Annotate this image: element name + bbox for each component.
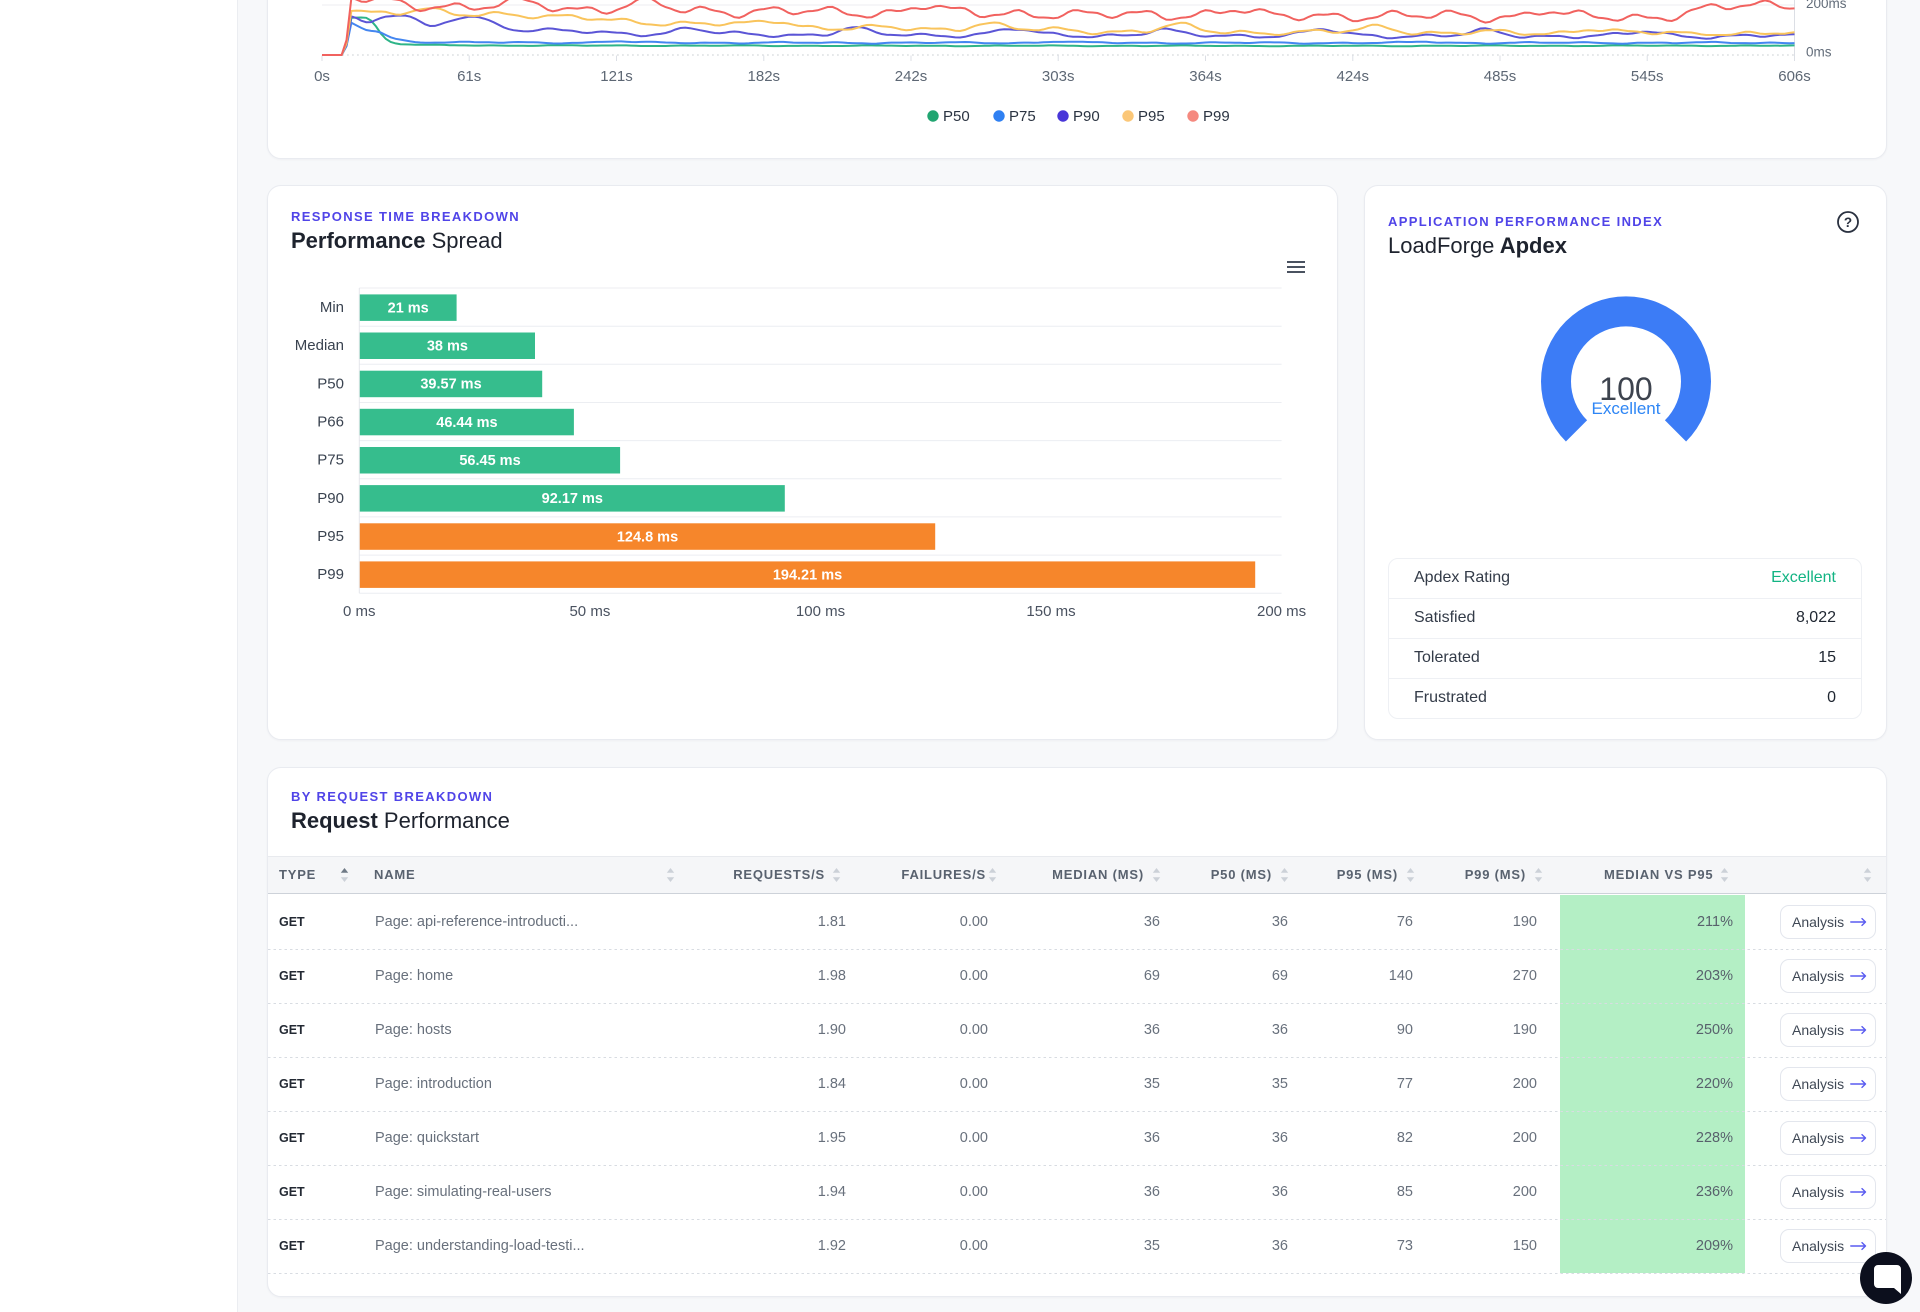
svg-text:P75: P75 xyxy=(317,452,344,469)
svg-text:194.21 ms: 194.21 ms xyxy=(773,567,842,583)
svg-text:P99: P99 xyxy=(1203,108,1230,125)
svg-text:92.17 ms: 92.17 ms xyxy=(542,491,603,507)
svg-text:242s: 242s xyxy=(895,68,928,85)
svg-text:P50: P50 xyxy=(317,375,344,392)
svg-text:39.57 ms: 39.57 ms xyxy=(420,377,481,393)
svg-text:124.8 ms: 124.8 ms xyxy=(617,529,678,545)
svg-text:121s: 121s xyxy=(600,68,633,85)
svg-text:200ms: 200ms xyxy=(1806,0,1847,11)
svg-text:485s: 485s xyxy=(1484,68,1517,85)
svg-text:P95: P95 xyxy=(1138,108,1165,125)
svg-text:P90: P90 xyxy=(317,490,344,507)
svg-text:545s: 545s xyxy=(1631,68,1664,85)
svg-text:150 ms: 150 ms xyxy=(1026,603,1075,620)
svg-text:0s: 0s xyxy=(314,68,330,85)
svg-text:P95: P95 xyxy=(317,528,344,545)
svg-text:200 ms: 200 ms xyxy=(1257,603,1306,620)
svg-text:46.44 ms: 46.44 ms xyxy=(436,415,497,431)
svg-text:Min: Min xyxy=(320,299,344,316)
svg-text:0 ms: 0 ms xyxy=(343,603,376,620)
svg-text:P90: P90 xyxy=(1073,108,1100,125)
svg-text:Excellent: Excellent xyxy=(1592,399,1661,418)
svg-text:P50: P50 xyxy=(943,108,970,125)
svg-text:364s: 364s xyxy=(1189,68,1222,85)
svg-text:56.45 ms: 56.45 ms xyxy=(459,453,520,469)
svg-text:100 ms: 100 ms xyxy=(796,603,845,620)
svg-text:424s: 424s xyxy=(1337,68,1370,85)
svg-text:61s: 61s xyxy=(457,68,481,85)
svg-text:21 ms: 21 ms xyxy=(388,300,429,316)
svg-text:P75: P75 xyxy=(1009,108,1036,125)
svg-text:303s: 303s xyxy=(1042,68,1075,85)
svg-text:P99: P99 xyxy=(317,566,344,583)
svg-text:50 ms: 50 ms xyxy=(569,603,610,620)
svg-text:38 ms: 38 ms xyxy=(427,339,468,355)
svg-text:0ms: 0ms xyxy=(1806,45,1832,60)
svg-text:P66: P66 xyxy=(317,414,344,431)
svg-text:Median: Median xyxy=(295,337,344,354)
svg-text:606s: 606s xyxy=(1778,68,1811,85)
svg-text:182s: 182s xyxy=(748,68,781,85)
